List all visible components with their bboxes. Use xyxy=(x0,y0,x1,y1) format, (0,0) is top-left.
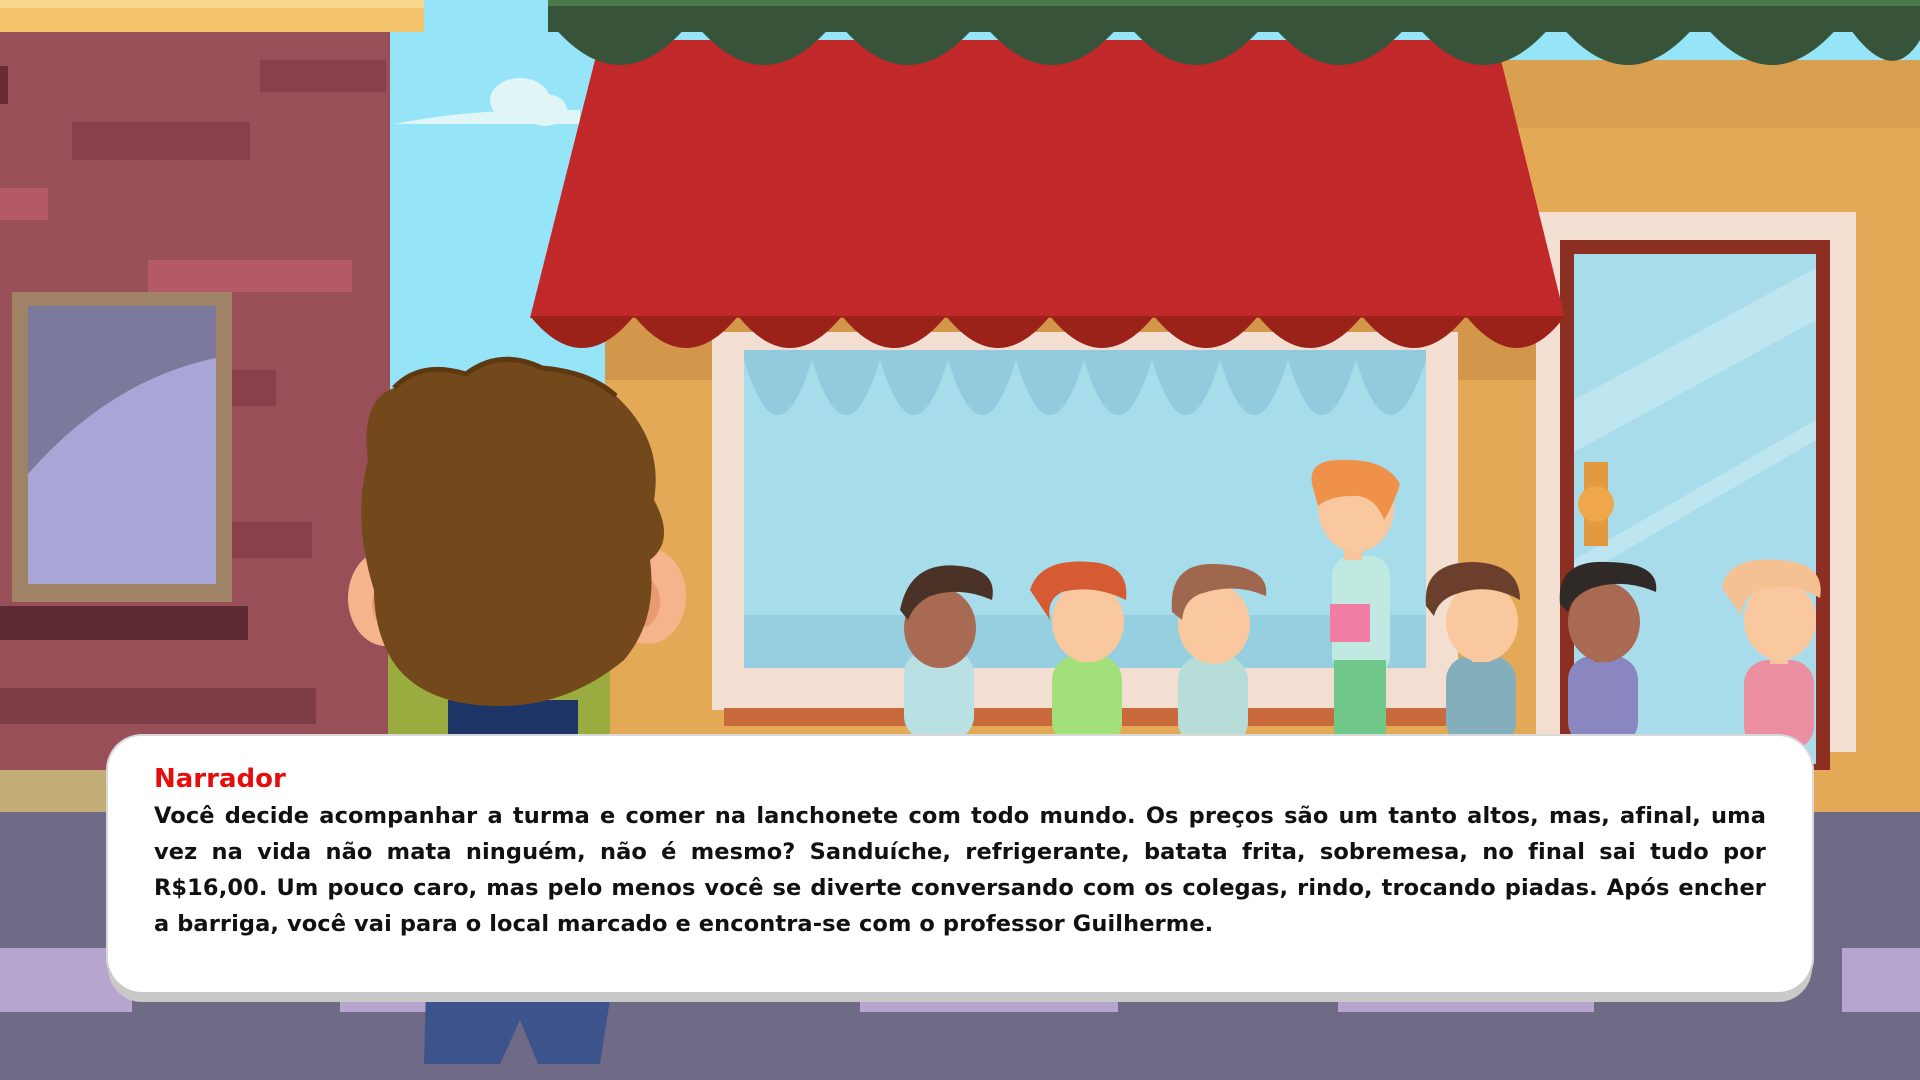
speaker-name: Narrador xyxy=(154,764,286,794)
dialog-box[interactable]: Narrador Você decide acompanhar a turma … xyxy=(108,736,1812,992)
player-hair xyxy=(361,359,665,707)
dialog-text: Você decide acompanhar a turma e comer n… xyxy=(154,803,1766,937)
brick-building xyxy=(0,0,424,814)
